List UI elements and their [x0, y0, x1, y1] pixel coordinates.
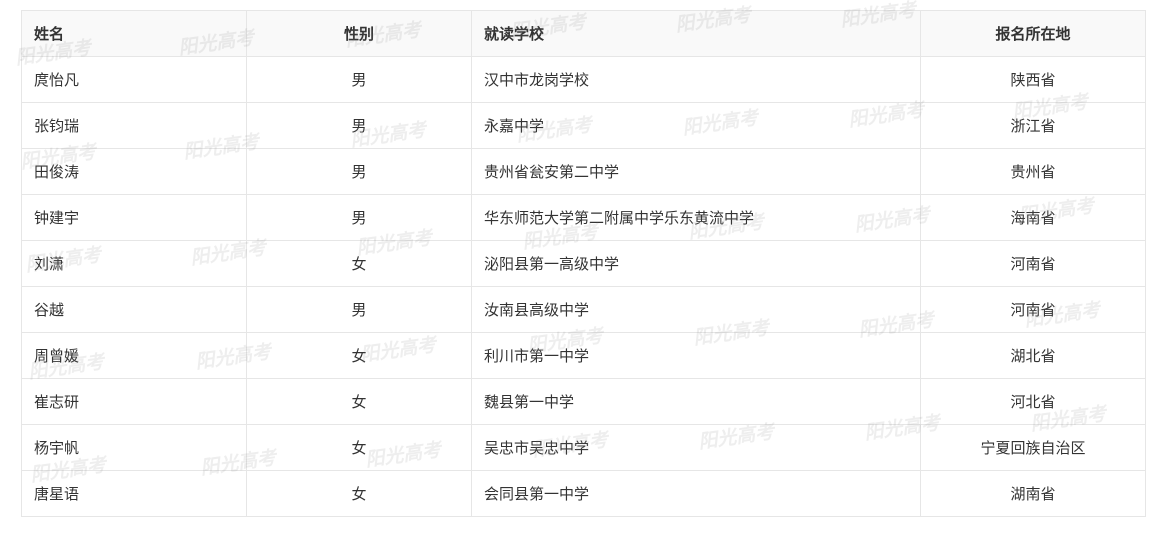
table-row: 张钧瑞男永嘉中学 浙江省: [21, 102, 1146, 149]
cell-school: 华东师范大学第二附属中学乐东黄流中学: [471, 194, 921, 241]
cell-place: 河北省: [920, 378, 1146, 425]
admission-table-container: 姓名 性别 就读学校 报名所在地 庹怡凡男汉中市龙岗学校 陕西省 张钧瑞男永嘉中学浙…: [21, 10, 1146, 517]
cell-gender: 男: [246, 194, 472, 241]
header-gender: 性别: [246, 10, 472, 57]
table-row: 田俊涛男贵州省瓮安第二中学 贵州省: [21, 148, 1146, 195]
table-header-row: 姓名 性别 就读学校 报名所在地: [21, 10, 1146, 57]
cell-name: 庹怡凡: [21, 56, 247, 103]
cell-name: 杨宇帆: [21, 424, 247, 471]
header-school: 就读学校: [471, 10, 921, 57]
cell-place: 陕西省: [920, 56, 1146, 103]
cell-school: 吴忠市吴忠中学: [471, 424, 921, 471]
cell-place: 贵州省: [920, 148, 1146, 195]
table-row: 唐星语女会同县第一中学 湖南省: [21, 470, 1146, 517]
cell-place: 宁夏回族自治区: [920, 424, 1146, 471]
cell-name: 唐星语: [21, 470, 247, 517]
table-body: 庹怡凡男汉中市龙岗学校 陕西省 张钧瑞男永嘉中学 浙江省 田俊涛男贵州省瓮安第二中学 贵州…: [21, 56, 1146, 517]
table-row: 刘潇女泌阳县第一高级中学 河南省: [21, 240, 1146, 287]
cell-name: 张钧瑞: [21, 102, 247, 149]
cell-place: 湖南省: [920, 470, 1146, 517]
cell-school: 汝南县高级中学: [471, 286, 921, 333]
cell-gender: 男: [246, 56, 472, 103]
cell-school: 会同县第一中学: [471, 470, 921, 517]
cell-place: 浙江省: [920, 102, 1146, 149]
cell-school: 贵州省瓮安第二中学: [471, 148, 921, 195]
cell-place: 河南省: [920, 240, 1146, 287]
header-name: 姓名: [21, 10, 247, 57]
cell-name: 谷越: [21, 286, 247, 333]
cell-name: 周曾媛: [21, 332, 247, 379]
cell-name: 刘潇: [21, 240, 247, 287]
cell-name: 田俊涛: [21, 148, 247, 195]
cell-name: 钟建宇: [21, 194, 247, 241]
cell-gender: 女: [246, 470, 472, 517]
cell-gender: 男: [246, 148, 472, 195]
table-row: 钟建宇男华东师范大学第二附属中学乐东黄流中学 海南省: [21, 194, 1146, 241]
cell-name: 崔志研: [21, 378, 247, 425]
cell-gender: 男: [246, 286, 472, 333]
table-row: 庹怡凡男汉中市龙岗学校 陕西省: [21, 56, 1146, 103]
cell-gender: 女: [246, 332, 472, 379]
cell-place: 河南省: [920, 286, 1146, 333]
table-row: 谷越男汝南县高级中学 河南省: [21, 286, 1146, 333]
cell-school: 汉中市龙岗学校: [471, 56, 921, 103]
table-row: 杨宇帆女吴忠市吴忠中学 宁夏回族自治区: [21, 424, 1146, 471]
cell-place: 湖北省: [920, 332, 1146, 379]
admission-table: 姓名 性别 就读学校 报名所在地 庹怡凡男汉中市龙岗学校 陕西省 张钧瑞男永嘉中学浙…: [21, 10, 1146, 517]
cell-gender: 男: [246, 102, 472, 149]
cell-school: 利川市第一中学: [471, 332, 921, 379]
cell-place: 海南省: [920, 194, 1146, 241]
cell-gender: 女: [246, 378, 472, 425]
cell-school: 永嘉中学: [471, 102, 921, 149]
cell-school: 魏县第一中学: [471, 378, 921, 425]
table-row: 周曾媛女利川市第一中学 湖北省: [21, 332, 1146, 379]
header-place: 报名所在地: [920, 10, 1146, 57]
cell-school: 泌阳县第一高级中学: [471, 240, 921, 287]
cell-gender: 女: [246, 240, 472, 287]
cell-gender: 女: [246, 424, 472, 471]
table-row: 崔志研女魏县第一中学 河北省: [21, 378, 1146, 425]
